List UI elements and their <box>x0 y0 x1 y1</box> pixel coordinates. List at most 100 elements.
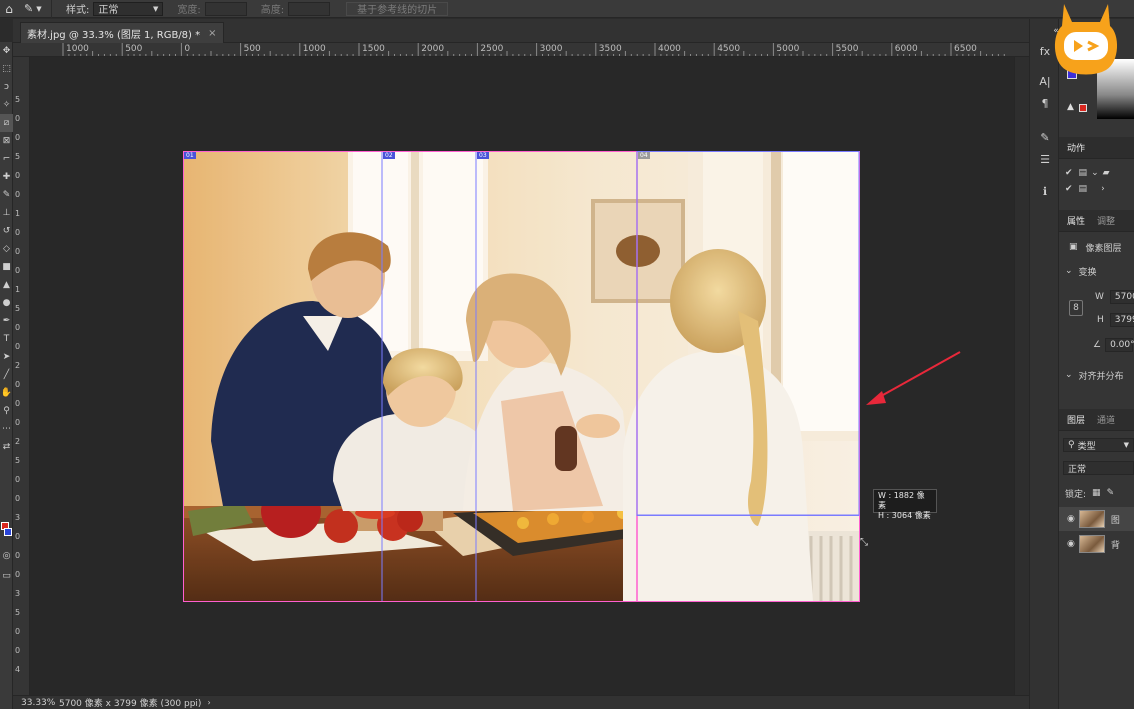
gradient-tool-icon[interactable]: ■ <box>0 258 13 276</box>
style-label: 样式: <box>66 5 90 16</box>
slice-tool-preset[interactable]: ✎ ▼ <box>18 0 52 18</box>
chevron-down-icon: ⌄ <box>1091 168 1099 178</box>
style-value: 正常 <box>98 5 119 16</box>
brush-tool-icon[interactable]: ✎ <box>0 186 13 204</box>
background-color[interactable] <box>4 528 12 536</box>
tab-layers[interactable]: 图层 <box>1067 413 1085 426</box>
action-row[interactable]: ✔ ▤ › <box>1059 180 1134 198</box>
paragraph-icon[interactable]: ¶ <box>1037 95 1053 111</box>
tab-channels[interactable]: 通道 <box>1097 413 1115 426</box>
ruler-tick-label: 0 <box>15 171 21 180</box>
pixel-layer-label: 像素图层 <box>1085 243 1122 254</box>
slice-tool-icon[interactable]: ⧄ <box>0 114 13 132</box>
ruler-tick-label: 6000 <box>894 44 918 54</box>
ruler-tick-label: 5 <box>15 95 21 104</box>
foreground-swatch[interactable] <box>1079 104 1087 112</box>
adjustments-icon[interactable]: ☰ <box>1037 151 1053 167</box>
path-select-icon[interactable]: ➤ <box>0 348 13 366</box>
swap-colors-icon[interactable]: ⇄ <box>0 438 13 456</box>
ruler-tick-label: 4000 <box>658 44 681 54</box>
healing-tool-icon[interactable]: ✚ <box>0 168 13 186</box>
tab-actions[interactable]: 动作 <box>1067 141 1085 154</box>
align-section[interactable]: ⌄ 对齐并分布 <box>1059 366 1134 384</box>
info-icon[interactable]: ℹ <box>1037 183 1053 199</box>
ruler-tick-label: 0 <box>15 380 21 389</box>
tab-properties[interactable]: 属性 <box>1067 214 1085 227</box>
ruler-tick-label: 1500 <box>362 44 385 54</box>
blend-mode-select[interactable]: 正常 <box>1063 461 1134 475</box>
zoom-tool-icon[interactable]: ⚲ <box>0 402 13 420</box>
kind-label: 类型 <box>1077 441 1096 452</box>
w-label: W <box>1095 292 1104 302</box>
height-input[interactable]: 3799 <box>1109 313 1134 327</box>
stamp-tool-icon[interactable]: ⊥ <box>0 204 13 222</box>
chevron-down-icon: ⌄ <box>1065 370 1073 380</box>
dodge-tool-icon[interactable]: ● <box>0 294 13 312</box>
close-icon[interactable]: × <box>208 28 216 39</box>
width-input[interactable]: 5700 <box>1109 290 1134 304</box>
angle-input[interactable]: 0.00° <box>1105 338 1134 352</box>
chevron-down-icon: ⌄ <box>1065 266 1073 276</box>
eyedropper-tool-icon[interactable]: ⌐ <box>0 150 13 168</box>
more-tools-icon[interactable]: ⋯ <box>0 420 13 438</box>
channel-logo <box>1054 4 1118 75</box>
type-tool-icon[interactable]: T <box>0 330 13 348</box>
home-icon[interactable]: ⌂ <box>0 0 18 18</box>
ruler-tick-label: 6500 <box>954 44 977 54</box>
layer-row-background[interactable]: ◉ 背 <box>1059 532 1134 556</box>
ruler-vertical[interactable]: 5 0 0 5 0 0 1 0 0 0 1 5 0 0 2 0 0 0 2 5 0 0 3 0 0 0 3 5 0 0 4 <box>13 57 30 695</box>
photo-kitchen-family[interactable]: 01 02 03 04 <box>183 151 860 602</box>
quick-select-tool-icon[interactable]: ✧ <box>0 96 13 114</box>
vertical-scrollbar[interactable] <box>1014 57 1029 695</box>
eraser-tool-icon[interactable]: ◇ <box>0 240 13 258</box>
ruler-tick-label: 1000 <box>66 44 89 54</box>
tab-adjustments[interactable]: 调整 <box>1097 214 1115 227</box>
ruler-tick-label: 500 <box>125 44 143 54</box>
status-bar: 33.33% 5700 像素 x 3799 像素 (300 ppi) › <box>13 695 1029 709</box>
eye-icon[interactable]: ◉ <box>1067 514 1075 524</box>
lock-paint-icon[interactable]: ✎ <box>1107 488 1115 498</box>
height-field[interactable] <box>288 1 331 16</box>
image-icon: ▣ <box>1069 242 1078 252</box>
dialog-toggle-icon: ▤ <box>1078 168 1088 178</box>
panel-icon-strip: « fx A| ¶ ✎ ☰ ℹ <box>1029 19 1059 709</box>
hand-tool-icon[interactable]: ✋ <box>0 384 13 402</box>
slice-tag: 01 <box>184 152 196 159</box>
marquee-tool-icon[interactable]: ⬚ <box>0 60 13 78</box>
move-tool-icon[interactable]: ✥ <box>0 42 13 60</box>
layer-row-layer1[interactable]: ◉ 图 <box>1059 507 1134 531</box>
blur-tool-icon[interactable]: ▲ <box>0 276 13 294</box>
active-slice-rect[interactable] <box>636 151 860 516</box>
right-panels: ▲ 动作 ✔ ▤ ⌄ ▰ ✔ ▤ › 属性 调整 ▣ 像素图层 ⌄ 变换 W 5… <box>1059 19 1134 709</box>
chevron-right-icon[interactable]: › <box>207 698 210 707</box>
pen-tool-icon[interactable]: ✒ <box>0 312 13 330</box>
document-tab[interactable]: 素材.jpg @ 33.3% (图层 1, RGB/8) * × <box>20 22 224 43</box>
document-tab-bar: 素材.jpg @ 33.3% (图层 1, RGB/8) * × <box>13 19 1029 43</box>
lock-transparent-icon[interactable]: ▦ <box>1092 488 1101 498</box>
zoom-level[interactable]: 33.33% <box>13 698 55 708</box>
ruler-tick-label: 0 <box>15 228 21 237</box>
ruler-tick-label: 0 <box>15 627 21 636</box>
tools-panel: ✥ ⬚ ↄ ✧ ⧄ ⊠ ⌐ ✚ ✎ ⊥ ↺ ◇ ■ ▲ ● ✒ T ➤ ╱ ✋ … <box>0 42 13 709</box>
transform-section[interactable]: ⌄ 变换 <box>1059 262 1134 280</box>
width-field[interactable] <box>204 1 247 16</box>
canvas-area[interactable]: 01 02 03 04 W : 1882 像素 H : 3064 像素 ⤡ <box>30 57 1014 695</box>
style-select[interactable]: 正常 ▼ <box>93 1 164 16</box>
quick-mask-icon[interactable]: ◎ <box>0 547 13 565</box>
layer-filter-select[interactable]: ⚲ 类型 ▼ <box>1063 438 1134 452</box>
brush-settings-icon[interactable]: ✎ <box>1037 129 1053 145</box>
search-icon: ⚲ <box>1068 440 1075 450</box>
eye-icon[interactable]: ◉ <box>1067 539 1075 549</box>
chevron-down-icon: ▼ <box>36 4 42 13</box>
color-swatches[interactable] <box>1 522 13 538</box>
ruler-tick-label: 0 <box>15 551 21 560</box>
ruler-horizontal[interactable]: 1000 500 0 500 1000 1500 2000 2500 3000 3500 4000 4… <box>13 43 1029 57</box>
shape-tool-icon[interactable]: ╱ <box>0 366 13 384</box>
lasso-tool-icon[interactable]: ↄ <box>0 78 13 96</box>
ruler-tick-label: 0 <box>15 133 21 142</box>
frame-tool-icon[interactable]: ⊠ <box>0 132 13 150</box>
slices-from-guides-button[interactable]: 基于参考线的切片 <box>346 1 449 16</box>
screen-mode-icon[interactable]: ▭ <box>0 567 13 585</box>
history-brush-icon[interactable]: ↺ <box>0 222 13 240</box>
h-label: H <box>1097 315 1104 325</box>
